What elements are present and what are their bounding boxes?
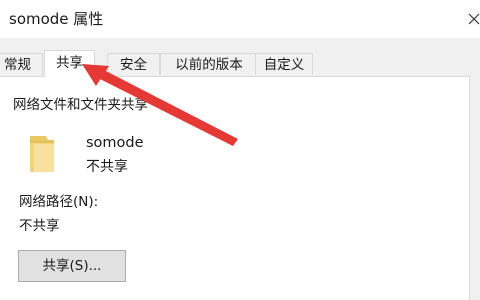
properties-dialog: somode 属性 常规 共享 安全 以前的版本 自定义 网络文件和文件夹共享 … [0,0,480,300]
title-bar: somode 属性 [0,0,480,38]
tab-general[interactable]: 常规 [0,53,43,75]
window-title: somode 属性 [9,10,104,28]
shared-item-name: somode [86,135,144,151]
tab-strip: 常规 共享 安全 以前的版本 自定义 [0,50,480,77]
close-button[interactable] [452,0,480,38]
shared-item-status: 不共享 [86,159,128,175]
network-path-label: 网络路径(N): [19,194,99,210]
tab-customize[interactable]: 自定义 [255,53,313,75]
close-icon [468,13,480,25]
tab-previous-versions[interactable]: 以前的版本 [160,53,258,75]
tab-security[interactable]: 安全 [107,53,160,75]
group-label: 网络文件和文件夹共享 [11,96,150,114]
network-path-value: 不共享 [19,218,60,234]
share-button[interactable]: 共享(S)... [18,250,126,282]
tab-sharing[interactable]: 共享 [44,50,95,77]
folder-icon [30,136,54,172]
